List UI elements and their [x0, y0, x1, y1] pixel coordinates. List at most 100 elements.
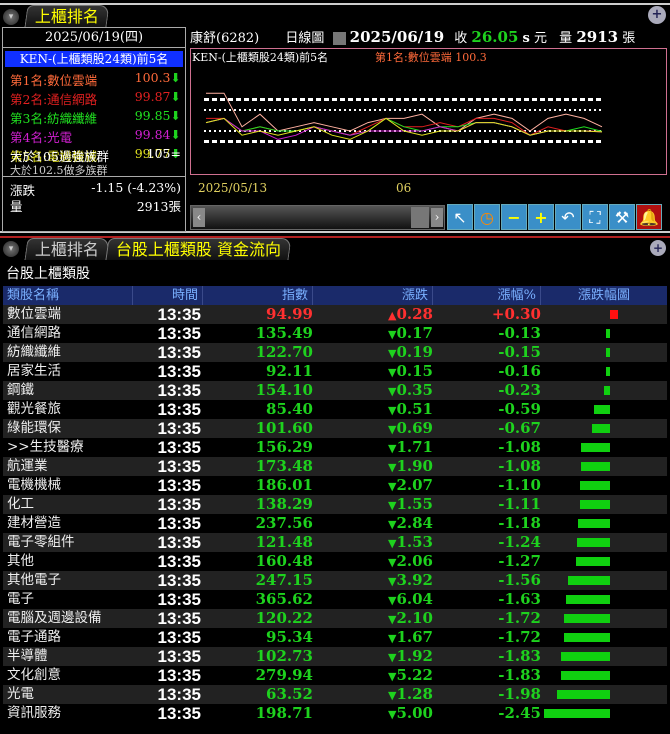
table-row[interactable]: 電腦及週邊設備 13:35 120.22 ▼2.10 -1.72: [3, 609, 667, 628]
tab-otc-ranking-top[interactable]: 上櫃排名: [24, 5, 110, 27]
undo-icon[interactable]: ↶: [555, 204, 581, 230]
change-bar: [603, 386, 610, 395]
table-row[interactable]: 電子 13:35 365.62 ▼6.04 -1.63: [3, 590, 667, 609]
table-row[interactable]: 觀光餐旅 13:35 85.40 ▼0.51 -0.59: [3, 400, 667, 419]
col-name[interactable]: 類股名稱: [3, 286, 133, 305]
scroll-thumb[interactable]: [411, 207, 429, 228]
index-value: 138.29: [255, 495, 313, 513]
scroll-right-icon[interactable]: ›: [431, 208, 443, 227]
table-row[interactable]: 鋼鐵 13:35 154.10 ▼0.35 -0.23: [3, 381, 667, 400]
menu-dropdown-button[interactable]: ▾: [3, 9, 19, 25]
index-value: 92.11: [266, 362, 313, 380]
table-row[interactable]: 其他 13:35 160.48 ▼2.06 -1.27: [3, 552, 667, 571]
col-index[interactable]: 指數: [203, 286, 313, 305]
change-bar: [567, 576, 610, 585]
change-value: ▼2.06: [387, 552, 433, 570]
sector-name: 通信網路: [7, 325, 61, 341]
col-change[interactable]: 漲跌: [313, 286, 433, 305]
time: 13:35: [157, 685, 201, 704]
rank-item[interactable]: 第1名:數位雲端 100.3⬇: [10, 70, 181, 88]
change-bar-cell: [541, 685, 667, 704]
change-value: ▼1.90: [387, 457, 433, 475]
table-row[interactable]: 航運業 13:35 173.48 ▼1.90 -1.08: [3, 457, 667, 476]
pct-value: -1.83: [498, 647, 541, 665]
table-row[interactable]: 紡織纖維 13:35 122.70 ▼0.19 -0.15: [3, 343, 667, 362]
zoom-out-icon[interactable]: −: [501, 204, 527, 230]
index-value: 122.70: [255, 343, 313, 361]
change-bar: [556, 690, 610, 699]
x-tick-label: 06: [396, 181, 411, 195]
table-row[interactable]: 電子通路 13:35 95.34 ▼1.67 -1.72: [3, 628, 667, 647]
table-row[interactable]: 光電 13:35 63.52 ▼1.28 -1.98: [3, 685, 667, 704]
sector-name: 光電: [7, 686, 34, 702]
bell-icon[interactable]: 🔔: [636, 204, 662, 230]
table-row[interactable]: 建材營造 13:35 237.56 ▼2.84 -1.18: [3, 514, 667, 533]
sector-name: 電子: [7, 591, 34, 607]
change-bar-cell: [541, 552, 667, 571]
index-value: 101.60: [255, 419, 313, 437]
table-row[interactable]: >>生技醫療 13:35 156.29 ▼1.71 -1.08: [3, 438, 667, 457]
sector-name: 半導體: [7, 648, 48, 664]
table-row[interactable]: 電子零組件 13:35 121.48 ▼1.53 -1.24: [3, 533, 667, 552]
change-bar-cell: [541, 704, 667, 723]
sector-name: 電子零組件: [7, 534, 75, 550]
time: 13:35: [157, 324, 201, 343]
col-pct[interactable]: 漲幅%: [433, 286, 541, 305]
period-dropdown[interactable]: [332, 32, 346, 45]
table-row[interactable]: 資訊服務 13:35 198.71 ▼5.00 -2.45: [3, 704, 667, 723]
zoom-icon[interactable]: +: [648, 6, 666, 24]
zoom-icon-2[interactable]: +: [650, 240, 666, 256]
col-chart[interactable]: 漲跌幅圖: [541, 286, 667, 305]
change-value: ▼1.71: [387, 438, 433, 456]
tab-otc-ranking[interactable]: 上櫃排名: [24, 238, 110, 260]
change-value: ▼0.69: [387, 419, 433, 437]
table-row[interactable]: 綠能環保 13:35 101.60 ▼0.69 -0.67: [3, 419, 667, 438]
change-bar: [580, 481, 610, 490]
table-row[interactable]: 居家生活 13:35 92.11 ▼0.15 -0.16: [3, 362, 667, 381]
zoom-in-icon[interactable]: +: [528, 204, 554, 230]
index-value: 279.94: [255, 666, 313, 684]
time: 13:35: [157, 362, 201, 381]
index-value: 95.34: [266, 628, 313, 646]
index-value: 237.56: [255, 514, 313, 532]
pct-value: -0.16: [498, 362, 541, 380]
change-value: ▼0.17: [387, 324, 433, 342]
rank-item[interactable]: 第4名:光電 99.84⬇: [10, 127, 181, 145]
pct-value: -0.67: [498, 419, 541, 437]
time: 13:35: [157, 514, 201, 533]
time: 13:35: [157, 343, 201, 362]
fit-screen-icon[interactable]: ⛶: [582, 204, 608, 230]
change-value: ▼1.53: [387, 533, 433, 551]
change-bar: [605, 348, 610, 357]
chart-scrollbar[interactable]: ‹ ›: [190, 205, 445, 230]
change-bar: [563, 633, 610, 642]
tab-otc-sector-flow[interactable]: 台股上櫃類股 資金流向: [105, 238, 292, 260]
change-bar: [560, 652, 610, 661]
index-value: 186.01: [255, 476, 313, 494]
cursor-arrow-icon[interactable]: ↖: [447, 204, 473, 230]
table-row[interactable]: 電機機械 13:35 186.01 ▼2.07 -1.10: [3, 476, 667, 495]
table-header: 類股名稱 時間 指數 漲跌 漲幅% 漲跌幅圖: [3, 286, 667, 305]
change-value: ▼3.92: [387, 571, 433, 589]
menu-dropdown-button-2[interactable]: ▾: [3, 241, 19, 257]
clock-icon[interactable]: ◷: [474, 204, 500, 230]
table-row[interactable]: 半導體 13:35 102.73 ▼1.92 -1.83: [3, 647, 667, 666]
pct-value: -1.24: [498, 533, 541, 551]
index-value: 365.62: [255, 590, 313, 608]
rank-item[interactable]: 第3名:紡織纖維 99.85⬇: [10, 108, 181, 126]
table-row[interactable]: 通信網路 13:35 135.49 ▼0.17 -0.13: [3, 324, 667, 343]
sector-name: 資訊服務: [7, 705, 61, 721]
scroll-left-icon[interactable]: ‹: [193, 208, 205, 227]
pct-value: -1.63: [498, 590, 541, 608]
col-time[interactable]: 時間: [133, 286, 203, 305]
table-row[interactable]: 數位雲端 13:35 94.99 ▲0.28 +0.30: [3, 305, 667, 324]
change-bar-cell: [541, 533, 667, 552]
down-arrow-icon: ⬇: [170, 127, 181, 142]
index-value: 135.49: [255, 324, 313, 342]
sector-name: 數位雲端: [7, 306, 61, 322]
table-row[interactable]: 化工 13:35 138.29 ▼1.55 -1.11: [3, 495, 667, 514]
table-row[interactable]: 文化創意 13:35 279.94 ▼5.22 -1.83: [3, 666, 667, 685]
table-row[interactable]: 其他電子 13:35 247.15 ▼3.92 -1.56: [3, 571, 667, 590]
wrench-icon[interactable]: ⚒: [609, 204, 635, 230]
rank-item[interactable]: 第2名:通信網路 99.87⬇: [10, 89, 181, 107]
